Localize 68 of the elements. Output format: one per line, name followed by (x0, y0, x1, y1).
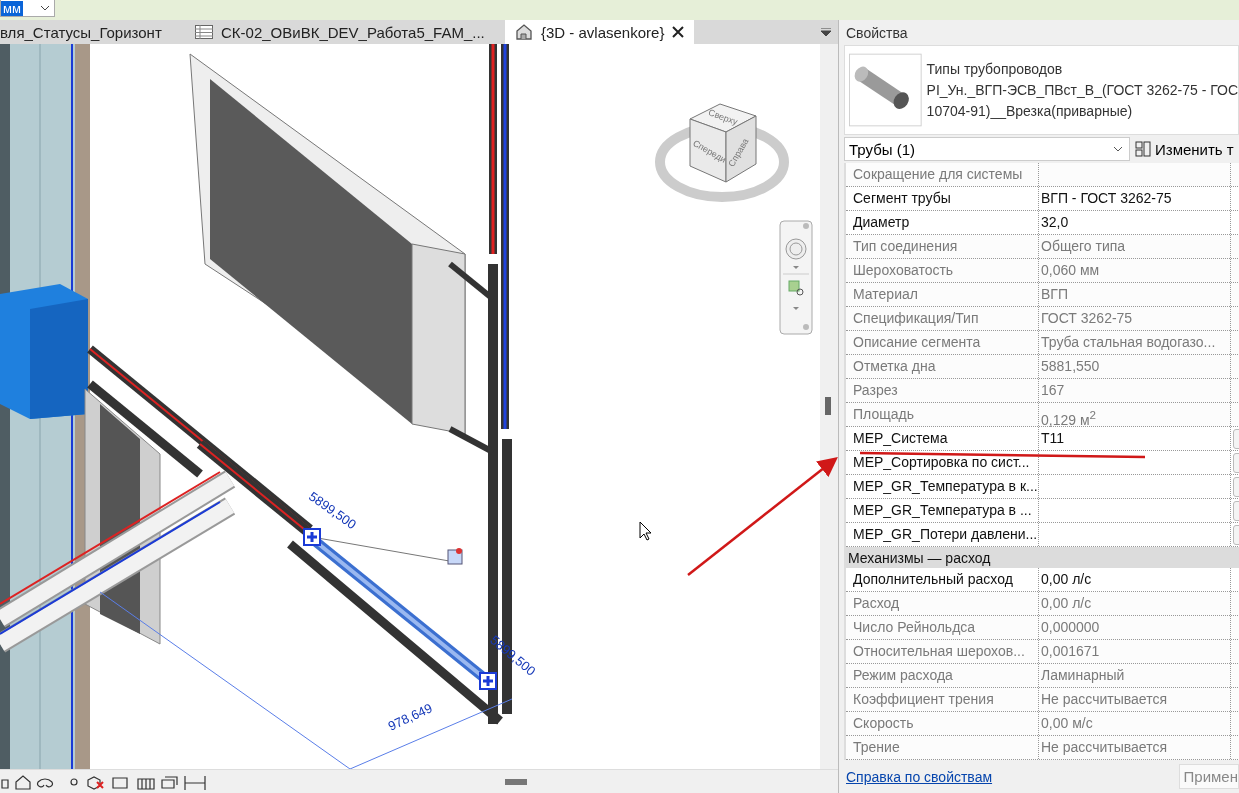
parameter-value: 0,129 м$^{2}$ (1039, 403, 1231, 426)
parameter-value: Общего типа (1039, 235, 1231, 258)
parameter-value: 0,00 л/с (1039, 592, 1231, 615)
type-family-label: Типы трубопроводов (926, 60, 1064, 79)
parameter-value: 5881,550 (1039, 355, 1231, 378)
parameter-value[interactable]: Т11 (1039, 427, 1231, 450)
parameter-name: Сокращение для системы (846, 163, 1039, 186)
parameter-value: Не рассчитывается (1039, 736, 1231, 759)
parameter-name: Скорость (846, 712, 1039, 735)
parameter-value: Не рассчитывается (1039, 688, 1231, 711)
dropdown-value: Трубы (1) (849, 140, 916, 158)
close-icon[interactable] (672, 26, 685, 39)
parameter-name: Описание сегмента (846, 331, 1039, 354)
parameter-value: 0,001671 (1039, 640, 1231, 663)
panel-title: Свойства (846, 24, 909, 43)
caret-icon (40, 5, 50, 11)
parameter-value[interactable]: ВГП - ГОСТ 3262-75 (1039, 187, 1231, 210)
type-name-label: PI_Ун._ВГП-ЭСВ_ПВст_В_(ГОСТ 3262-75 - ГОС (926, 81, 1238, 100)
parameter-value: ГОСТ 3262-75 (1039, 307, 1231, 330)
parameter-name: Трение (846, 736, 1039, 759)
units-value: мм (1, 0, 23, 16)
parameter-value: 0,060 мм (1039, 259, 1231, 282)
horizontal-scrollbar[interactable] (505, 778, 527, 785)
parameter-value[interactable]: 32,0 (1039, 211, 1231, 234)
parameter-name: Режим расхода (846, 664, 1039, 687)
parameter-name: Расход (846, 592, 1039, 615)
parameter-name: Число Рейнольдса (846, 616, 1039, 639)
type-name-label: 10704-91)__Врезка(приварные) (926, 102, 1134, 121)
type-selector[interactable]: Типы трубопроводов PI_Ун._ВГП-ЭСВ_ПВст_В_(ГОСТ 3262-75 - ГОС 10704-91)__Врезка(приварные) (844, 45, 1239, 135)
parameter-name: Спецификация/Тип (846, 307, 1039, 330)
parameter-name: Тип соединения (846, 235, 1039, 258)
parameter-name: Площадь (846, 403, 1039, 426)
units-dropdown[interactable]: мм (0, 0, 55, 17)
parameter-name: Относительная шерохов... (846, 640, 1039, 663)
parameter-name: MEP_Система (846, 427, 1039, 450)
parameter-value: ВГП (1039, 283, 1231, 306)
view-tab[interactable]: {3D - avlasenkore} (505, 20, 695, 45)
tab-list-icon[interactable] (820, 28, 832, 37)
parameter-name: Дополнительный расход (846, 568, 1039, 591)
parameter-name: Шероховатость (846, 259, 1039, 282)
parameter-name: Диаметр (846, 211, 1039, 234)
parameter-name: Материал (846, 283, 1039, 306)
help-link[interactable]: Справка по свойствам (846, 768, 993, 785)
parameter-value: 0,00 м/с (1039, 712, 1231, 735)
edit-type-button[interactable]: Изменить т (1135, 140, 1234, 158)
grip-icon[interactable] (303, 528, 321, 547)
parameter-name: Сегмент трубы (846, 187, 1039, 210)
parameter-name: MEP_Сортировка по сист... (846, 451, 1039, 474)
parameter-name: Разрез (846, 379, 1039, 402)
house-icon (515, 24, 533, 41)
group-header[interactable]: Механизмы — расход (846, 547, 1239, 568)
navigation-bar[interactable] (779, 221, 813, 335)
category-dropdown[interactable]: Трубы (1) (844, 137, 1130, 161)
parameter-name: MEP_GR_Потери давлени... (846, 523, 1039, 546)
table-icon (195, 25, 213, 40)
cursor-icon (639, 522, 652, 541)
parameter-name: Коэффициент трения (846, 688, 1039, 711)
parameter-name: MEP_GR_Температура в к... (846, 475, 1039, 498)
edit-type-icon (1135, 141, 1151, 157)
parameter-value: 167 (1039, 379, 1231, 402)
parameter-value: 0,000000 (1039, 616, 1231, 639)
parameter-value: Труба стальная водогазо... (1039, 331, 1231, 354)
caret-icon (1113, 146, 1123, 152)
connector-icon (447, 548, 463, 565)
parameter-name: Отметка дна (846, 355, 1039, 378)
parameter-value[interactable]: 0,00 л/с (1039, 568, 1231, 591)
parameter-value: Ламинарный (1039, 664, 1231, 687)
parameter-name: MEP_GR_Температура в ... (846, 499, 1039, 522)
